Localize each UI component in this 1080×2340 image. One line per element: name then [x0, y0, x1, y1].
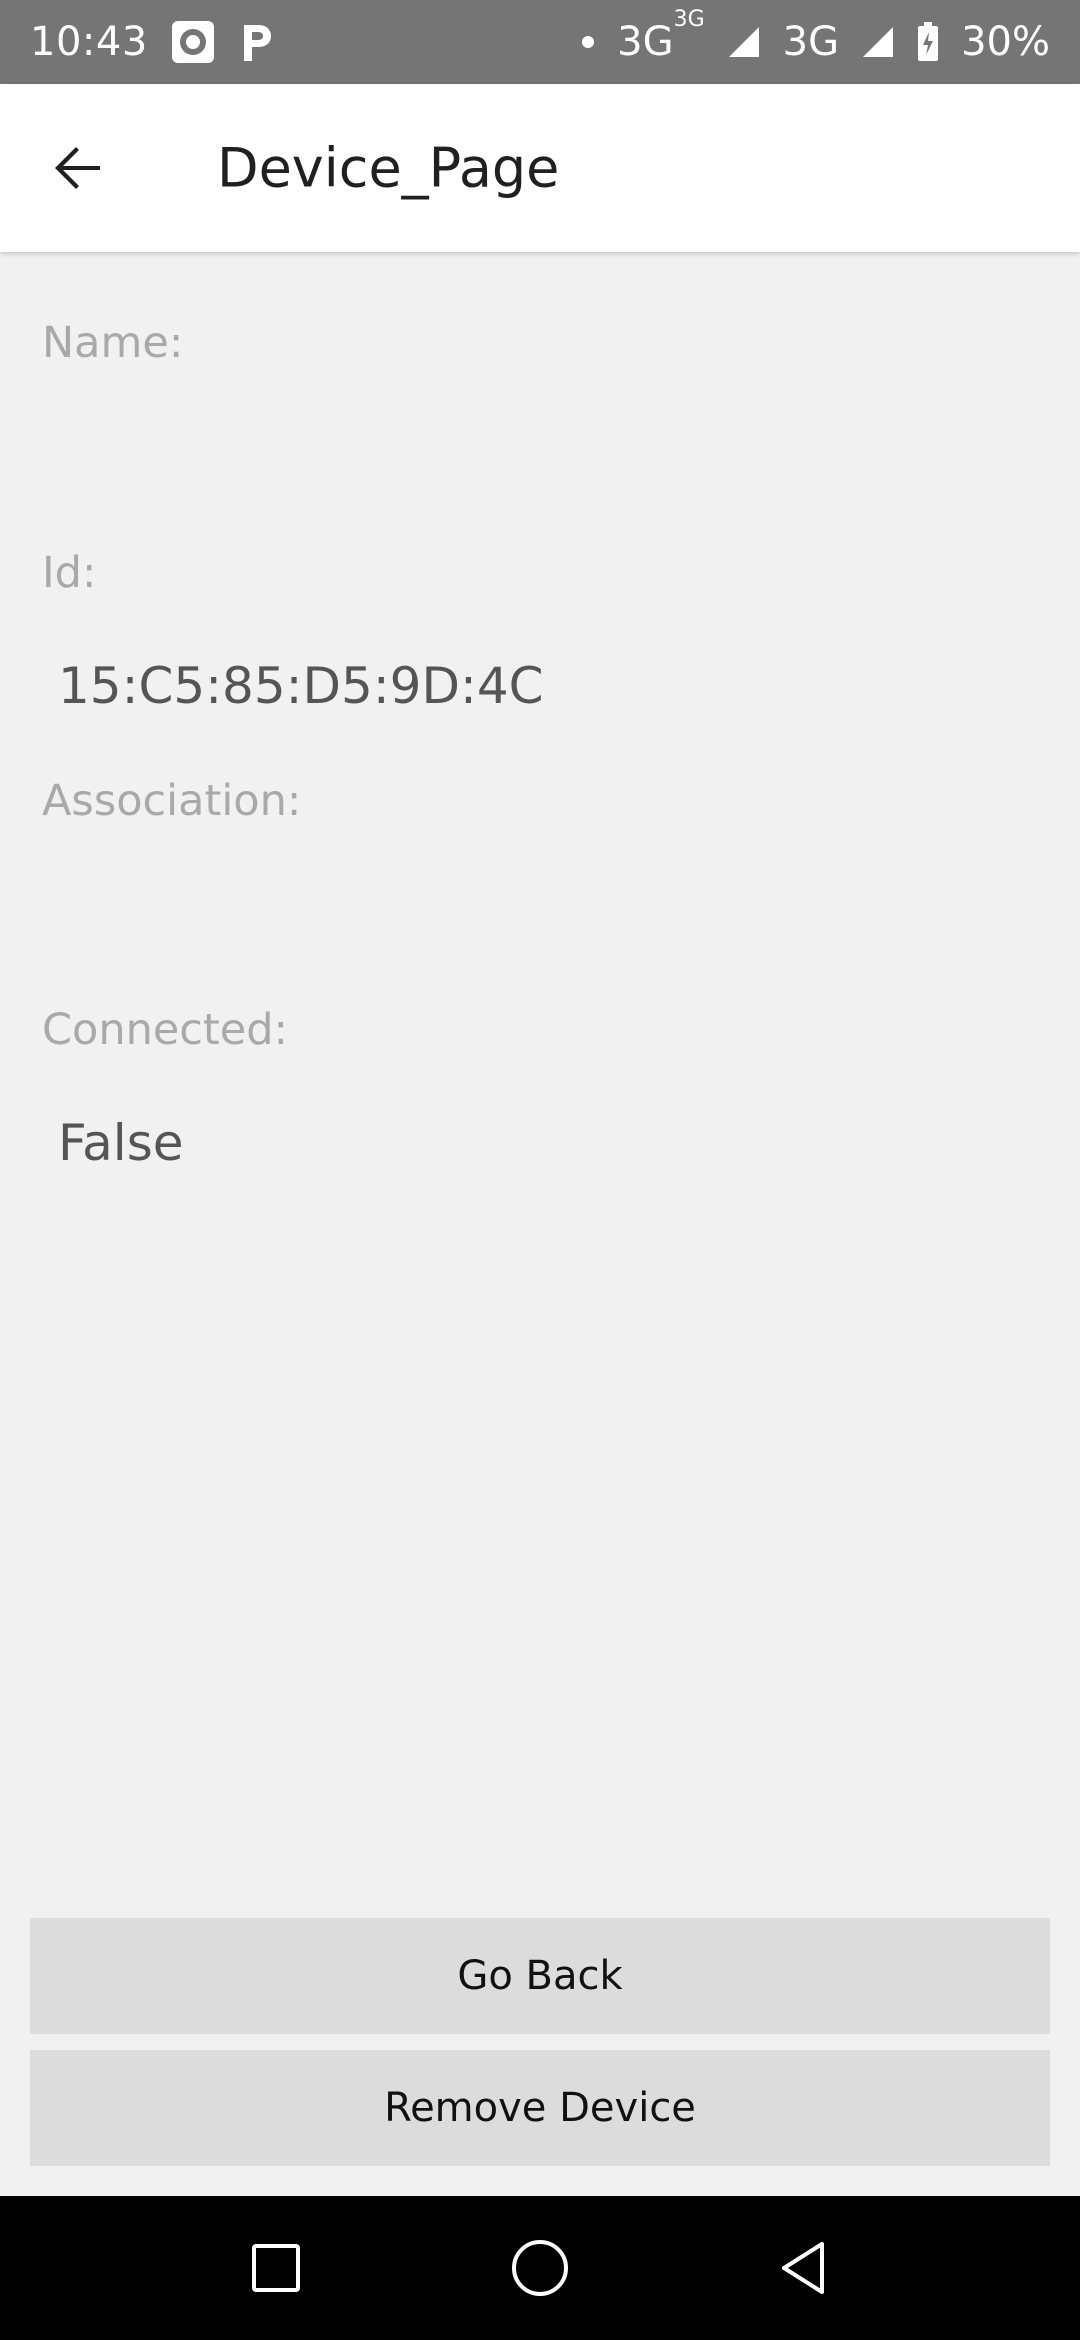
- status-right: 3G3G 3G 30%: [581, 7, 1050, 65]
- signal-icon: [727, 25, 761, 59]
- battery-icon: [917, 22, 939, 62]
- arrow-back-icon[interactable]: [44, 134, 112, 202]
- status-bar: 10:43 3G3G 3G 30%: [0, 0, 1080, 84]
- battery-percent: 30%: [961, 19, 1050, 65]
- network-type-1: 3G3G: [617, 7, 705, 65]
- network-type-1-label: 3G: [617, 19, 674, 65]
- go-back-button[interactable]: Go Back: [30, 1918, 1050, 2034]
- square-icon[interactable]: [236, 2228, 316, 2308]
- status-time: 10:43: [30, 19, 148, 65]
- network-type-1-superscript: 3G: [673, 7, 705, 32]
- triangle-back-icon[interactable]: [764, 2228, 844, 2308]
- page-title: Device_Page: [217, 136, 560, 200]
- target-icon: [170, 19, 216, 65]
- system-nav-bar: [0, 2196, 1080, 2340]
- status-left: 10:43: [30, 19, 274, 65]
- name-label: Name:: [42, 318, 184, 368]
- connected-value: False: [58, 1114, 184, 1172]
- association-label: Association:: [42, 776, 302, 826]
- network-type-2: 3G: [782, 19, 840, 65]
- connected-label: Connected:: [42, 1005, 289, 1055]
- p-icon: [238, 21, 274, 63]
- remove-device-button[interactable]: Remove Device: [30, 2050, 1050, 2166]
- dot-icon: [581, 35, 595, 49]
- id-label: Id:: [42, 548, 97, 598]
- signal-icon: [861, 25, 895, 59]
- circle-icon[interactable]: [500, 2228, 580, 2308]
- app-bar: Device_Page: [0, 84, 1080, 252]
- id-value: 15:C5:85:D5:9D:4C: [58, 657, 544, 715]
